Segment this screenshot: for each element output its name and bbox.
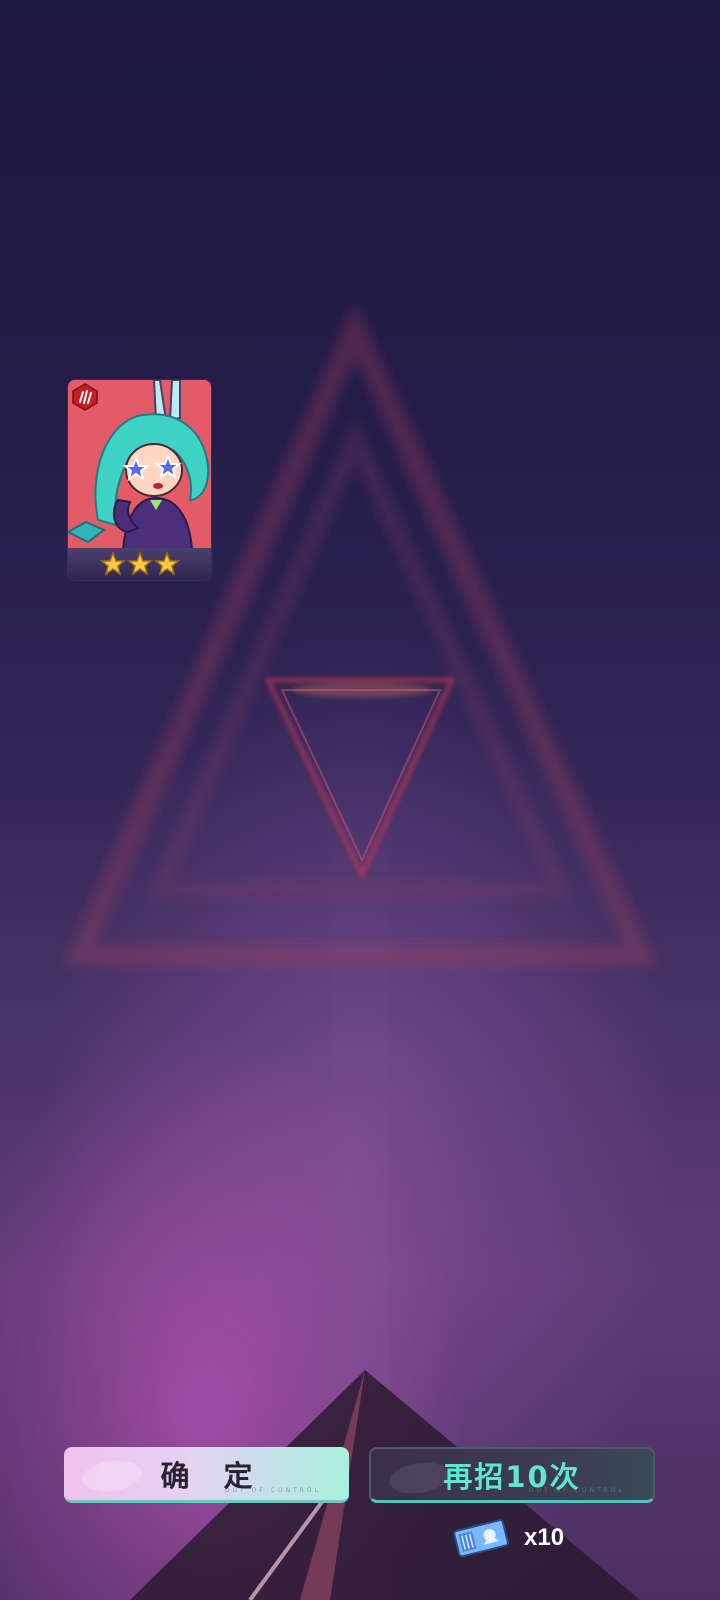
recruit-cost: x10 xyxy=(452,1515,564,1561)
background-triangle-art xyxy=(63,303,658,1600)
button-decoration xyxy=(387,1458,451,1498)
hero-card[interactable] xyxy=(68,380,211,580)
button-decoration xyxy=(80,1456,144,1496)
recruit-button-subtext: OUT OF CONTROL xyxy=(528,1487,625,1494)
star-icon xyxy=(126,551,153,576)
claw-mark-icon xyxy=(72,383,98,411)
star-rating xyxy=(68,548,211,580)
star-icon xyxy=(99,551,126,576)
recruit-ticket-icon xyxy=(453,1519,509,1558)
confirm-button[interactable]: 确 定 OUT OF CONTROL xyxy=(64,1447,349,1503)
gacha-result-screen: 确 定 OUT OF CONTROL 再招10次 OUT OF CONTROL … xyxy=(0,0,720,1600)
star-icon xyxy=(153,551,180,576)
recruit-10-again-button[interactable]: 再招10次 OUT OF CONTROL xyxy=(369,1447,655,1503)
confirm-button-subtext: OUT OF CONTROL xyxy=(224,1487,321,1494)
cost-amount: x10 xyxy=(524,1524,565,1551)
